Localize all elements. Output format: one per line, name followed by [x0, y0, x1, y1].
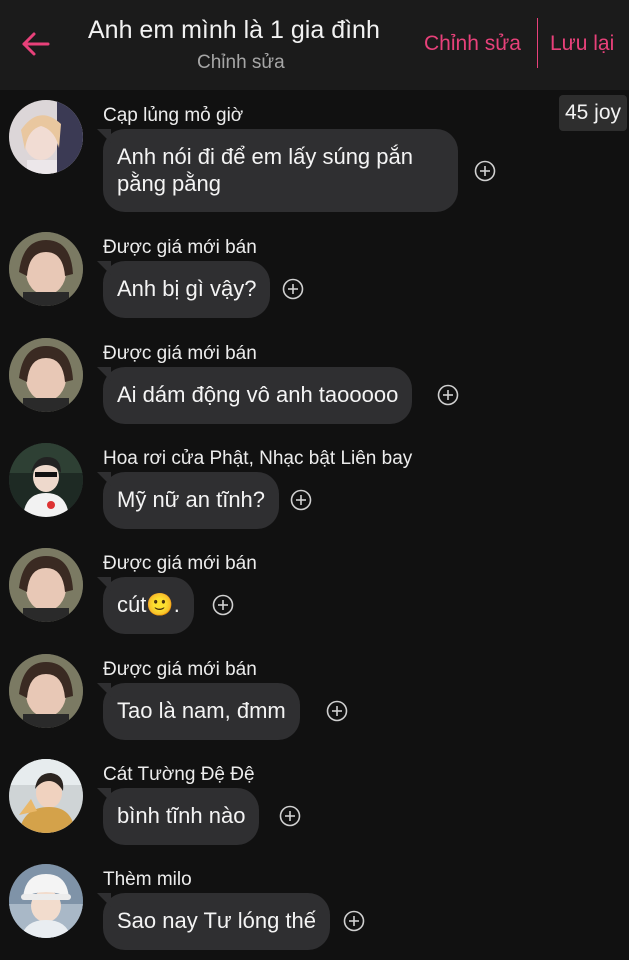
- chat-title: Anh em mình là 1 gia đình: [88, 16, 380, 44]
- avatar[interactable]: [9, 759, 83, 833]
- header-bar: Anh em mình là 1 gia đình Chỉnh sửa Chỉn…: [0, 0, 629, 90]
- add-reaction-icon[interactable]: [212, 594, 234, 616]
- bubble-tail: [97, 788, 111, 802]
- message-text: cút: [117, 592, 147, 617]
- bubble-tail: [97, 577, 111, 591]
- add-reaction-icon[interactable]: [474, 160, 496, 182]
- message-text: Mỹ nữ an tĩnh?: [117, 487, 266, 512]
- avatar[interactable]: [9, 864, 83, 938]
- sender-name: Được giá mới bán: [103, 343, 257, 364]
- avatar[interactable]: [9, 338, 83, 412]
- add-reaction-icon[interactable]: [326, 700, 348, 722]
- sender-name: Được giá mới bán: [103, 659, 257, 680]
- sender-name: Thèm milo: [103, 869, 192, 890]
- add-reaction-icon[interactable]: [437, 384, 459, 406]
- sender-name: Cát Tường Đệ Đệ: [103, 764, 255, 785]
- edit-button[interactable]: Chỉnh sửa: [424, 32, 521, 56]
- message-bubble[interactable]: Ai dám động vô anh taooooo: [97, 367, 413, 424]
- add-reaction-icon[interactable]: [282, 278, 304, 300]
- chat-screen: Anh em mình là 1 gia đình Chỉnh sửa Chỉn…: [0, 0, 629, 960]
- message-text: Tao là nam, đmm: [117, 698, 286, 723]
- avatar[interactable]: [9, 654, 83, 728]
- avatar[interactable]: [9, 232, 83, 306]
- sender-name: Cạp lủng mỏ giờ: [103, 105, 244, 126]
- save-button[interactable]: Lưu lại: [550, 32, 614, 56]
- message-text-line: Anh nói đi để em lấy súng pắn: [117, 144, 413, 169]
- avatar[interactable]: [9, 443, 83, 517]
- message-text: Ai dám động vô anh taooooo: [117, 382, 399, 407]
- message-bubble[interactable]: Tao là nam, đmm: [97, 683, 300, 740]
- bubble-tail: [97, 893, 111, 907]
- message-bubble[interactable]: Sao nay Tư lóng thế: [97, 893, 331, 950]
- message-text: bình tĩnh nào: [117, 803, 246, 828]
- message-text: Sao nay Tư lóng thế: [117, 908, 317, 933]
- sender-name: Được giá mới bán: [103, 553, 257, 574]
- message-bubble[interactable]: cút🙂.: [97, 577, 194, 634]
- add-reaction-icon[interactable]: [290, 489, 312, 511]
- joy-badge: 45 joy: [559, 95, 627, 131]
- sender-name: Hoa rơi cửa Phật, Nhạc bật Liên bay: [103, 448, 413, 469]
- add-reaction-icon[interactable]: [343, 910, 365, 932]
- back-arrow-icon[interactable]: [18, 26, 54, 62]
- message-text-suffix: .: [173, 592, 180, 617]
- message-bubble[interactable]: Mỹ nữ an tĩnh?: [97, 472, 280, 529]
- add-reaction-icon[interactable]: [279, 805, 301, 827]
- bubble-tail: [97, 367, 111, 381]
- chat-subtitle: Chỉnh sửa: [197, 52, 285, 73]
- message-text: Anh bị gì vậy?: [117, 276, 257, 301]
- message-bubble[interactable]: Anh nói đi để em lấy súng pắn pằng pằng: [97, 129, 458, 212]
- header-divider: [537, 18, 538, 68]
- avatar[interactable]: [9, 100, 83, 174]
- bubble-tail: [97, 261, 111, 275]
- bubble-tail: [97, 472, 111, 486]
- smile-emoji-icon: 🙂: [146, 592, 174, 617]
- sender-name: Được giá mới bán: [103, 237, 257, 258]
- avatar[interactable]: [9, 548, 83, 622]
- message-bubble[interactable]: bình tĩnh nào: [97, 788, 260, 845]
- message-text-line: pằng pằng: [117, 171, 221, 196]
- bubble-tail: [97, 683, 111, 697]
- bubble-tail: [97, 129, 111, 143]
- message-bubble[interactable]: Anh bị gì vậy?: [97, 261, 271, 318]
